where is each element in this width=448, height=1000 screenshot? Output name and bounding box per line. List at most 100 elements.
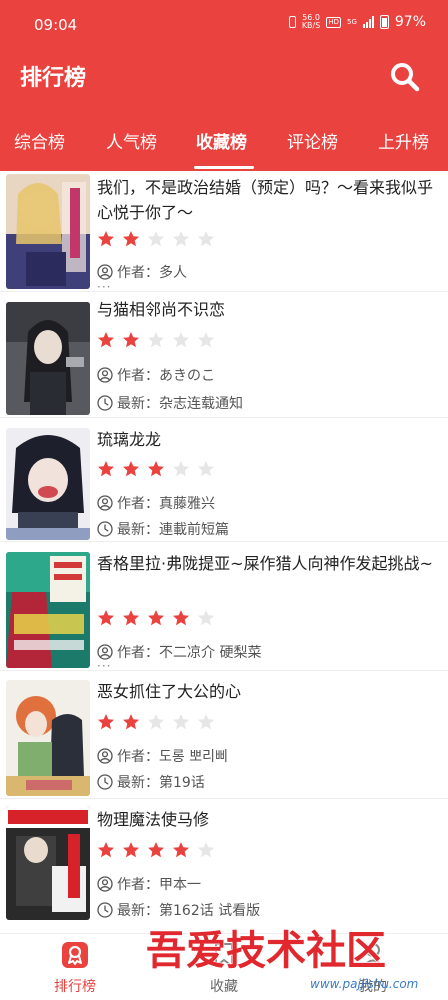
clock-icon — [97, 395, 113, 411]
star-empty-icon — [173, 461, 189, 477]
rating-stars — [97, 460, 215, 478]
star-filled-icon — [148, 610, 164, 626]
star-empty-icon — [198, 231, 214, 247]
star-filled-icon — [148, 842, 164, 858]
cover-image — [6, 806, 90, 920]
star-filled-icon — [98, 842, 114, 858]
author-value: 도롱 뽀리삐 — [159, 749, 228, 765]
tab-favorites[interactable]: 收藏榜 — [196, 128, 247, 153]
list-item[interactable]: 物理魔法使马修 作者： 甲本一 最新： 第162话 试看版 — [0, 799, 448, 933]
star-filled-icon — [123, 714, 139, 730]
tab-overall[interactable]: 综合榜 — [14, 128, 65, 153]
tab-comments[interactable]: 评论榜 — [287, 128, 338, 153]
clock-icon — [97, 902, 113, 918]
page-title: 排行榜 — [20, 66, 87, 91]
rating-stars — [97, 713, 215, 731]
battery-level: 97% — [394, 14, 426, 30]
star-empty-icon — [198, 461, 214, 477]
cover-image — [6, 552, 90, 668]
star-filled-icon — [98, 332, 114, 348]
vibrate-icon — [288, 16, 296, 28]
author-label: 作者： — [117, 496, 159, 512]
star-empty-icon — [198, 610, 214, 626]
item-latest: 最新： 第162话 试看版 — [97, 900, 260, 920]
item-author: 作者： 도롱 뽀리삐 — [97, 746, 228, 766]
user-icon — [97, 264, 113, 280]
item-title: 与猫相邻尚不识恋 — [97, 300, 226, 319]
item-title: 香格里拉·弗陇提亚~屎作猎人向神作发起挑战~ — [97, 554, 433, 573]
star-filled-icon — [98, 231, 114, 247]
ranking-list: 我们，不是政治结婚（预定）吗？～看来我似乎心悦于你了～ 作者： 多人 ··· 与猫… — [0, 171, 448, 933]
rating-stars — [97, 841, 215, 859]
star-empty-icon — [173, 714, 189, 730]
star-filled-icon — [173, 842, 189, 858]
clock-icon — [97, 521, 113, 537]
list-item[interactable]: 恶女抓住了大公的心 作者： 도롱 뽀리삐 最新： 第19话 — [0, 671, 448, 799]
more-indicator: ··· — [97, 280, 112, 294]
star-empty-icon — [198, 332, 214, 348]
author-value: あきのこ — [159, 368, 215, 384]
star-filled-icon — [123, 332, 139, 348]
ranking-icon — [62, 942, 88, 968]
rating-stars — [97, 230, 215, 248]
tab-popularity[interactable]: 人气榜 — [106, 128, 157, 153]
list-item[interactable]: 与猫相邻尚不识恋 作者： あきのこ 最新： 杂志连载通知 — [0, 292, 448, 418]
hd-badge: HD — [326, 16, 341, 28]
item-title: 琉璃龙龙 — [97, 430, 162, 449]
active-tab-indicator — [194, 166, 254, 169]
search-icon — [391, 63, 420, 92]
list-item[interactable]: 香格里拉·弗陇提亚~屎作猎人向神作发起挑战~ 作者： 不二凉介 硬梨菜 ··· — [0, 542, 448, 673]
author-label: 作者： — [117, 749, 159, 765]
latest-value: 杂志连载通知 — [159, 396, 243, 412]
network-type: 5G — [346, 18, 357, 26]
author-label: 作者： — [117, 645, 159, 661]
author-label: 作者： — [117, 368, 159, 384]
watermark-url: www.pajjishu.com — [310, 977, 418, 991]
more-indicator: ··· — [97, 659, 112, 673]
star-filled-icon — [98, 461, 114, 477]
author-label: 作者： — [117, 265, 159, 281]
nav-ranking[interactable]: 排行榜 — [25, 934, 125, 1000]
rating-stars — [97, 331, 215, 349]
star-empty-icon — [198, 714, 214, 730]
list-item[interactable]: 琉璃龙龙 作者： 真藤雅兴 最新： 連載前短篇 — [0, 418, 448, 542]
star-filled-icon — [98, 610, 114, 626]
star-empty-icon — [173, 332, 189, 348]
user-icon — [97, 876, 113, 892]
item-title: 恶女抓住了大公的心 — [97, 682, 242, 701]
item-author: 作者： 甲本一 — [97, 874, 201, 894]
cover-image — [6, 680, 90, 796]
star-filled-icon — [123, 610, 139, 626]
author-value: 真藤雅兴 — [159, 496, 215, 512]
item-latest: 最新： 杂志连载通知 — [97, 393, 243, 413]
star-filled-icon — [123, 231, 139, 247]
latest-value: 連載前短篇 — [159, 522, 229, 538]
status-time: 09:04 — [34, 16, 78, 34]
cover-image — [6, 174, 90, 289]
item-latest: 最新： 第19话 — [97, 772, 205, 792]
star-filled-icon — [123, 461, 139, 477]
battery-icon — [379, 15, 389, 29]
item-title: 物理魔法使马修 — [97, 810, 210, 829]
list-item[interactable]: 我们，不是政治结婚（预定）吗？～看来我似乎心悦于你了～ 作者： 多人 ··· — [0, 171, 448, 294]
latest-value: 第19话 — [159, 775, 205, 791]
status-bar: 09:04 56.0 KB/S HD 5G 97% — [0, 0, 448, 48]
tab-rising[interactable]: 上升榜 — [378, 128, 429, 153]
latest-label: 最新： — [117, 903, 159, 919]
star-filled-icon — [98, 714, 114, 730]
clock-icon — [97, 774, 113, 790]
star-empty-icon — [148, 231, 164, 247]
author-value: 甲本一 — [159, 877, 201, 893]
user-icon — [97, 495, 113, 511]
latest-label: 最新： — [117, 522, 159, 538]
star-filled-icon — [148, 461, 164, 477]
rating-stars — [97, 609, 215, 627]
latest-label: 最新： — [117, 396, 159, 412]
net-speed: 56.0 KB/S — [301, 13, 321, 30]
nav-ranking-label: 排行榜 — [54, 979, 96, 995]
user-icon — [97, 644, 113, 660]
cover-image — [6, 302, 90, 415]
user-icon — [97, 367, 113, 383]
search-button[interactable] — [388, 60, 422, 94]
user-icon — [97, 748, 113, 764]
